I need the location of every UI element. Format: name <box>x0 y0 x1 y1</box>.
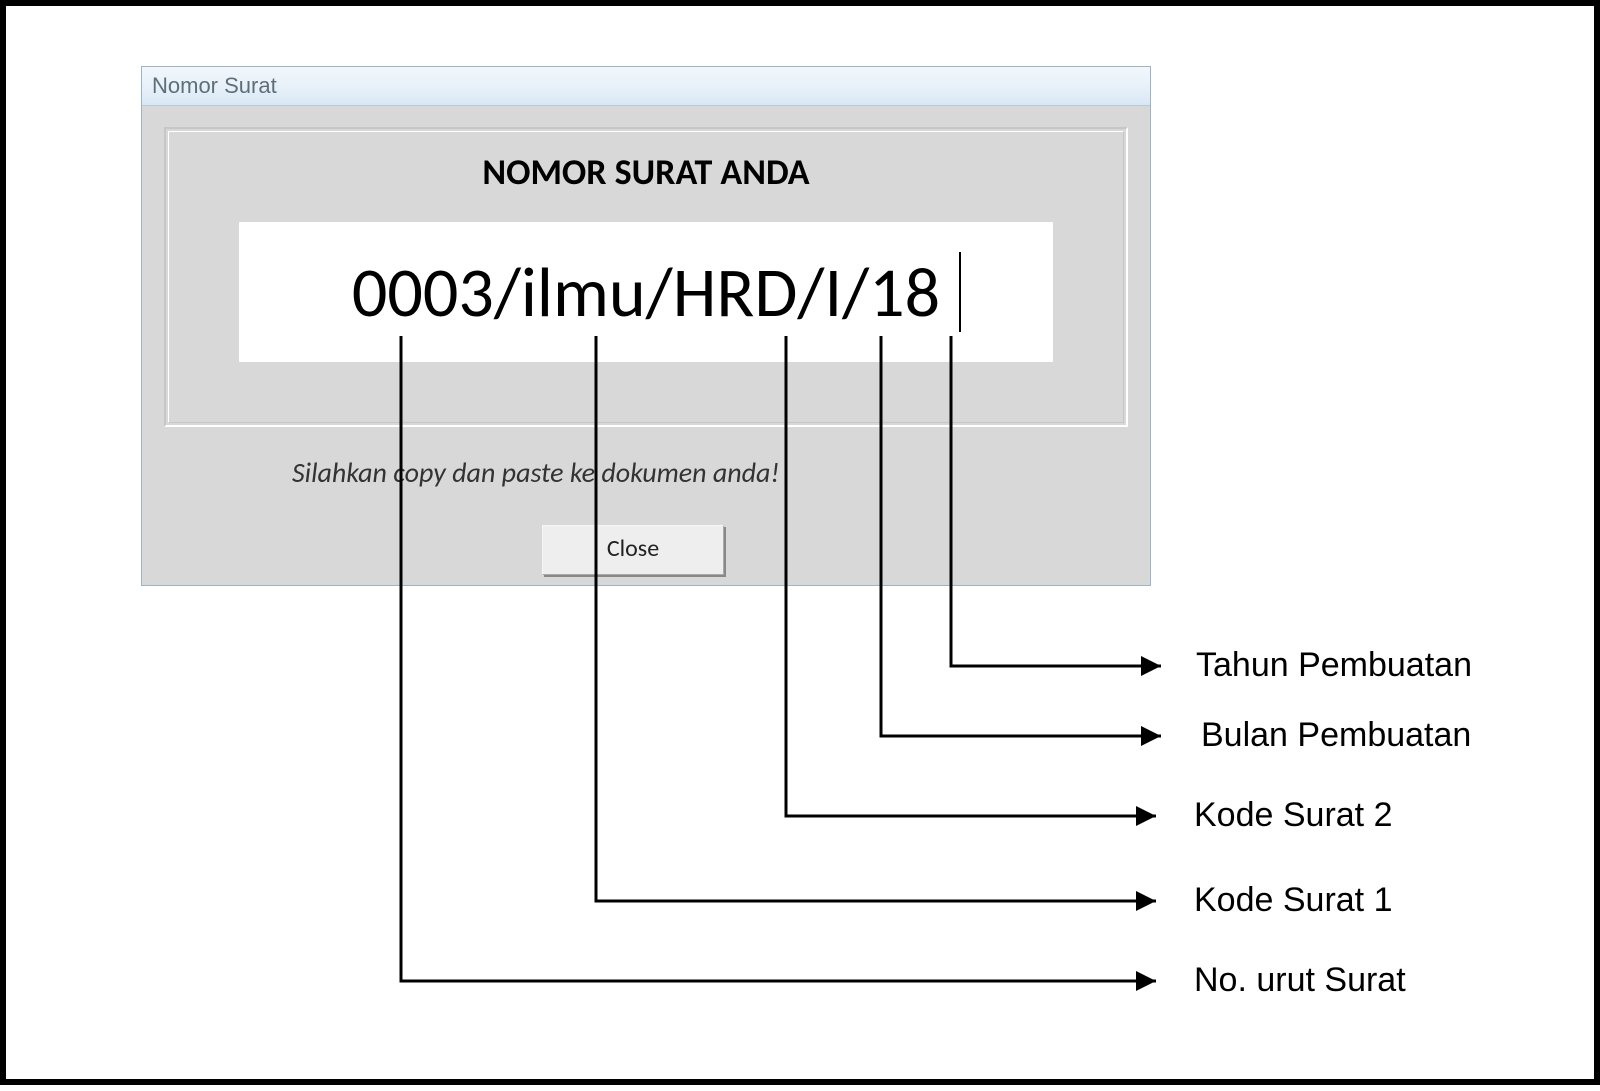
annotation-kode1: Kode Surat 1 <box>1194 881 1392 920</box>
value-field[interactable]: 0003/ilmu/HRD/I/18 <box>239 222 1053 362</box>
text-caret <box>959 252 961 332</box>
annotation-kode2: Kode Surat 2 <box>1194 796 1392 835</box>
dialog-heading: NOMOR SURAT ANDA <box>169 150 1123 194</box>
value-text: 0003/ilmu/HRD/I/18 <box>239 249 1053 335</box>
dialog-titlebar: Nomor Surat <box>142 67 1150 106</box>
group-inner: NOMOR SURAT ANDA 0003/ilmu/HRD/I/18 <box>168 131 1124 423</box>
dialog-body: NOMOR SURAT ANDA 0003/ilmu/HRD/I/18 Sila… <box>142 105 1150 585</box>
annotation-nourut: No. urut Surat <box>1194 961 1406 1000</box>
annotation-bulan: Bulan Pembuatan <box>1201 716 1471 755</box>
instruction-text: Silahkan copy dan paste ke dokumen anda! <box>292 455 780 490</box>
dialog-title: Nomor Surat <box>152 73 277 99</box>
group-box: NOMOR SURAT ANDA 0003/ilmu/HRD/I/18 <box>164 127 1128 427</box>
close-button-label: Close <box>607 534 659 563</box>
close-button[interactable]: Close <box>542 525 724 575</box>
diagram-page: Nomor Surat NOMOR SURAT ANDA 0003/ilmu/H… <box>0 0 1600 1085</box>
annotation-tahun: Tahun Pembuatan <box>1196 646 1472 685</box>
dialog-window: Nomor Surat NOMOR SURAT ANDA 0003/ilmu/H… <box>141 66 1151 586</box>
